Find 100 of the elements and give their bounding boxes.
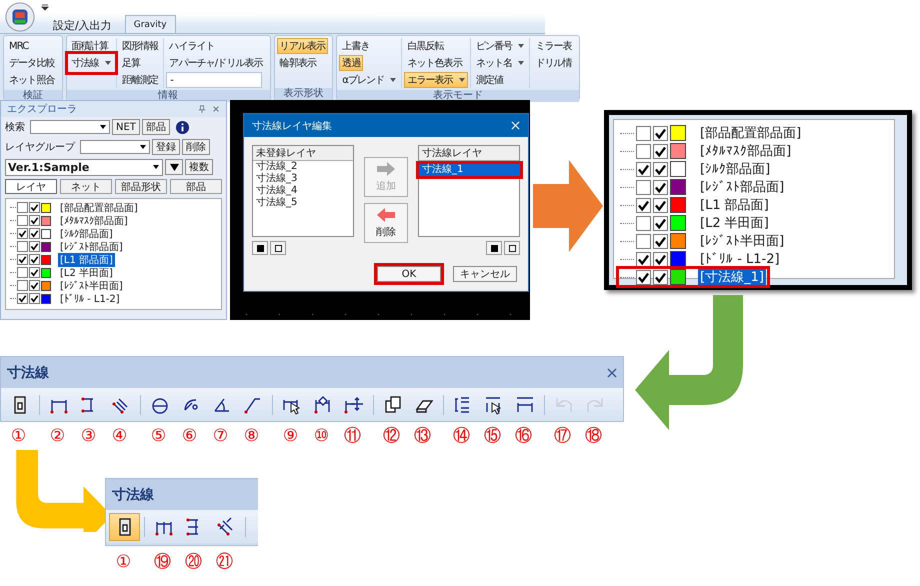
net-button[interactable]: NET [112,119,140,135]
layer-item[interactable]: [ﾚｼﾞｽﾄ半田面] [58,278,125,292]
layer-group-combo[interactable] [80,140,150,154]
explorer-tab[interactable]: ネット [60,179,112,194]
layer-item[interactable]: [部品配置部品面] [698,124,804,142]
layer-item[interactable]: [L1 部品面] [58,252,115,266]
visibility-checkbox[interactable] [653,234,668,248]
visibility-checkbox[interactable] [29,241,40,252]
remove-button[interactable]: 削除 [364,203,408,243]
checkbox[interactable] [636,252,651,266]
list-box[interactable]: 未登録レイヤ 寸法線_2 寸法線_3 寸法線_4 寸法線_5 [252,145,354,237]
visibility-checkbox[interactable] [653,216,668,230]
checkbox[interactable] [636,144,651,158]
visibility-checkbox[interactable] [29,293,40,304]
info-icon[interactable] [174,120,190,134]
ribbon-button[interactable]: 面積計算 [68,38,111,54]
layer-item[interactable]: [ﾒﾀﾙﾏｽｸ部品面] [698,142,794,160]
visibility-checkbox[interactable] [653,126,668,140]
visibility-checkbox[interactable] [653,144,668,158]
ribbon-button[interactable]: 白黒反転 [404,38,447,54]
layer-item[interactable]: [ｼﾙｸ部品面] [698,160,772,178]
dialog-button[interactable]: OK [377,266,441,282]
ribbon-button[interactable]: 測定値 [472,72,506,88]
select-all-button[interactable] [252,241,268,255]
list-item[interactable]: 寸法線_5 [253,197,353,209]
layer-item[interactable]: [ﾚｼﾞｽﾄ半田面] [698,232,786,250]
ribbon-button[interactable]: MRC [6,38,32,54]
ribbon-button[interactable]: 距離測定 [118,72,162,88]
visibility-checkbox[interactable] [29,280,40,291]
checkbox[interactable] [636,198,651,212]
layer-item[interactable]: [部品配置部品面] [58,200,140,214]
ribbon-button[interactable]: ミラー表 [532,38,575,54]
ribbon-button[interactable]: エラー表示 [404,72,468,88]
checkbox[interactable] [17,280,28,291]
ribbon-button[interactable]: ネット名 [472,55,528,71]
layer-item[interactable]: [L2 半田面] [58,266,115,280]
ribbon-button[interactable]: ネット色表示 [404,55,465,71]
visibility-checkbox[interactable] [653,198,668,212]
ribbon-tab[interactable]: 設定/入出力 [44,15,121,33]
ribbon-tab[interactable]: Gravity [124,15,176,33]
checkbox[interactable] [636,270,651,284]
ribbon-button[interactable]: 輪郭表示 [276,55,320,71]
toolbar-button[interactable] [109,512,140,540]
ribbon-button[interactable]: アパーチャ/ドリル表示 [166,55,266,71]
checkbox[interactable] [636,162,651,176]
ribbon-button[interactable]: ネット照合 [6,72,58,88]
checkbox[interactable] [17,202,28,213]
ribbon-button[interactable]: 図形情報 [118,38,162,54]
register-button[interactable]: 登録 [152,139,180,155]
input-field[interactable]: - [166,72,262,88]
visibility-checkbox[interactable] [653,162,668,176]
deselect-all-button[interactable] [504,241,520,255]
list-item[interactable]: 寸法線_4 [253,185,353,197]
explorer-tab[interactable]: 部品 [170,179,222,194]
close-icon[interactable] [212,105,220,113]
close-icon[interactable] [607,368,617,378]
ribbon-button[interactable]: データ比較 [6,55,58,71]
layer-item[interactable]: [ﾄﾞﾘﾙ - L1-2] [698,252,782,266]
layer-item[interactable]: [ｼﾙｸ部品面] [58,226,115,240]
checkbox[interactable] [17,254,28,265]
layer-item[interactable]: [ﾄﾞﾘﾙ - L1-2] [58,292,122,304]
ribbon-button[interactable]: 透過 [339,55,364,71]
visibility-checkbox[interactable] [29,228,40,239]
explorer-tab[interactable]: レイヤ [5,179,57,194]
select-all-button[interactable] [486,241,502,255]
ribbon-button[interactable]: リアル表示 [276,38,328,54]
layer-item[interactable]: [ﾒﾀﾙﾏｽｸ部品面] [58,214,130,228]
dialog-button[interactable]: キャンセル [453,266,517,282]
ribbon-button[interactable]: 足算 [118,55,144,71]
checkbox[interactable] [17,293,28,304]
search-combo[interactable] [30,120,110,134]
multi-button[interactable]: 複数 [185,159,213,175]
visibility-checkbox[interactable] [29,215,40,226]
delete-button[interactable]: 削除 [182,139,210,155]
visibility-checkbox[interactable] [653,270,668,284]
layer-item[interactable]: [ﾚｼﾞｽﾄ部品面] [698,178,786,196]
parts-button[interactable]: 部品 [142,119,170,135]
checkbox[interactable] [17,241,28,252]
ribbon-button[interactable]: 上書き [339,38,373,54]
visibility-checkbox[interactable] [29,202,40,213]
checkbox[interactable] [636,126,651,140]
checkbox[interactable] [636,234,651,248]
checkbox[interactable] [636,216,651,230]
list-item[interactable]: 寸法線_2 [253,161,353,173]
layer-item[interactable]: [ﾚｼﾞｽﾄ部品面] [58,240,125,254]
ribbon-button[interactable]: ピン番号 [472,38,528,54]
caret-icon[interactable] [41,3,49,11]
checkbox[interactable] [17,228,28,239]
checkbox[interactable] [636,180,651,194]
layer-item[interactable]: [L2 半田面] [698,214,771,232]
checkbox[interactable] [17,267,28,278]
pin-icon[interactable] [198,105,206,113]
version-combo[interactable]: Ver.1:Sample [5,158,163,176]
checkbox[interactable] [17,215,28,226]
ribbon-button[interactable]: ハイライト [166,38,218,54]
ribbon-button[interactable]: 寸法線 [68,55,114,71]
filter-button[interactable] [165,159,183,175]
visibility-checkbox[interactable] [653,252,668,266]
layer-item[interactable]: [L1 部品面] [698,196,771,214]
visibility-checkbox[interactable] [29,254,40,265]
